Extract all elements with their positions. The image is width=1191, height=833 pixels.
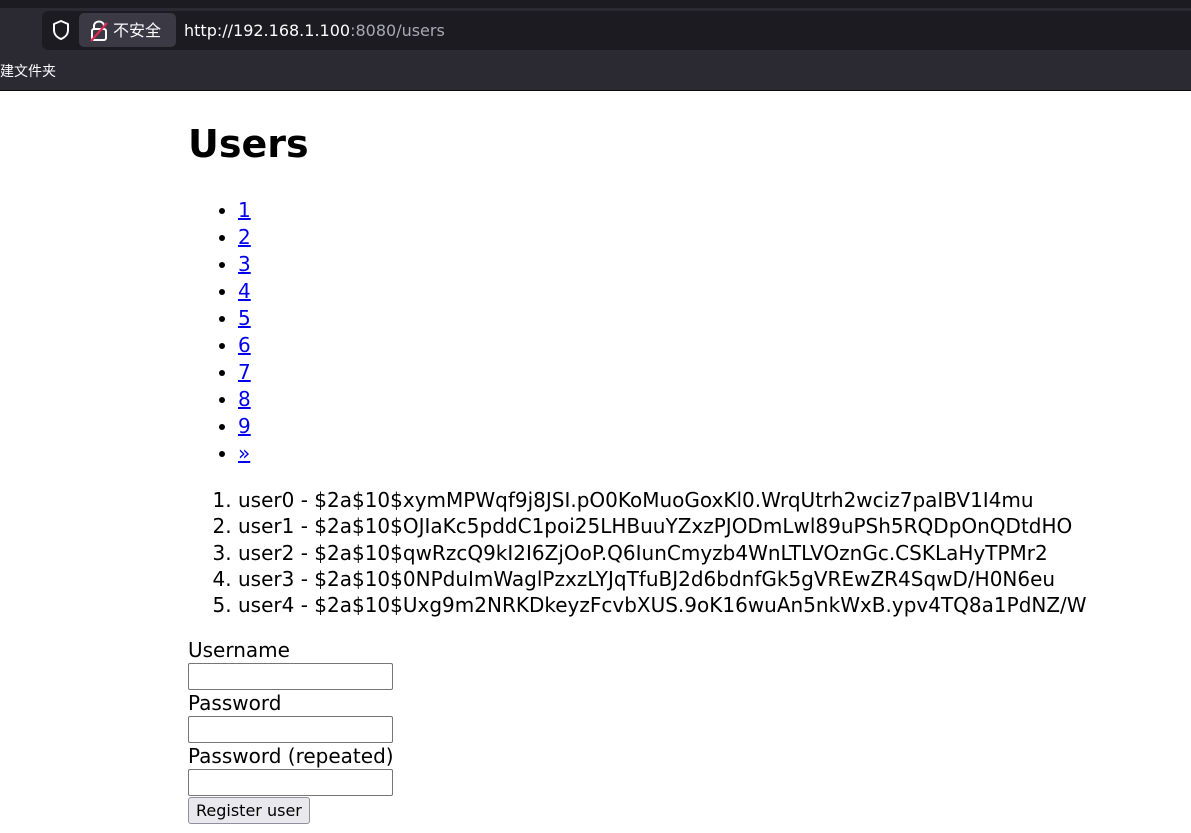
page-link-next[interactable]: » [238,441,250,465]
pagination-item: 7 [238,359,251,386]
broken-lock-icon [90,20,108,42]
page-link-7[interactable]: 7 [238,360,251,384]
username-label: Username [188,638,290,662]
page-link-3[interactable]: 3 [238,252,251,276]
page-link-8[interactable]: 8 [238,387,251,411]
user-list: user0 - $2a$10$xymMPWqf9j8JSI.pO0KoMuoGo… [188,487,1087,618]
page-link-9[interactable]: 9 [238,414,251,438]
browser-toolbar: 不安全 http://192.168.1.100:8080/users 建文件夹 [0,0,1191,91]
page-link-5[interactable]: 5 [238,306,251,330]
user-list-item: user2 - $2a$10$qwRzcQ9kI2I6ZjOoP.Q6IunCm… [238,540,1087,566]
user-list-item: user0 - $2a$10$xymMPWqf9j8JSI.pO0KoMuoGo… [238,487,1087,513]
security-warning-label[interactable]: 不安全 [113,20,161,42]
pagination-item: 5 [238,305,251,332]
pagination-item: 9 [238,413,251,440]
password-input[interactable] [188,716,393,743]
url-host: http://192.168.1.100 [184,21,351,40]
page-link-4[interactable]: 4 [238,279,251,303]
password-repeat-input[interactable] [188,769,393,796]
user-list-item: user4 - $2a$10$Uxg9m2NRKDkeyzFcvbXUS.9oK… [238,592,1087,618]
tab-strip-edge [0,0,1191,8]
pagination-item: 4 [238,278,251,305]
page-title: Users [188,122,309,166]
username-input[interactable] [188,663,393,690]
page-link-6[interactable]: 6 [238,333,251,357]
page-link-1[interactable]: 1 [238,198,251,222]
bookmark-folder[interactable]: 建文件夹 [0,62,56,82]
pagination-item: 3 [238,251,251,278]
page-link-2[interactable]: 2 [238,225,251,249]
password-label: Password [188,691,282,715]
register-form: Username Password Password (repeated) Re… [188,637,394,824]
pagination-list: 1 2 3 4 5 6 7 8 9 » [188,197,251,467]
user-list-item: user3 - $2a$10$0NPduImWaglPzxzLYJqTfuBJ2… [238,566,1087,592]
password-repeat-label: Password (repeated) [188,744,394,768]
pagination-item: » [238,440,251,467]
register-user-button[interactable]: Register user [188,797,310,824]
pagination-item: 8 [238,386,251,413]
url-text[interactable]: http://192.168.1.100:8080/users [184,20,445,42]
user-list-item: user1 - $2a$10$OJIaKc5pddC1poi25LHBuuYZx… [238,513,1087,539]
pagination-item: 2 [238,224,251,251]
pagination-item: 6 [238,332,251,359]
pagination-item: 1 [238,197,251,224]
toolbar-divider [0,90,1191,91]
url-path: :8080/users [350,21,445,40]
shield-icon[interactable] [50,19,72,41]
